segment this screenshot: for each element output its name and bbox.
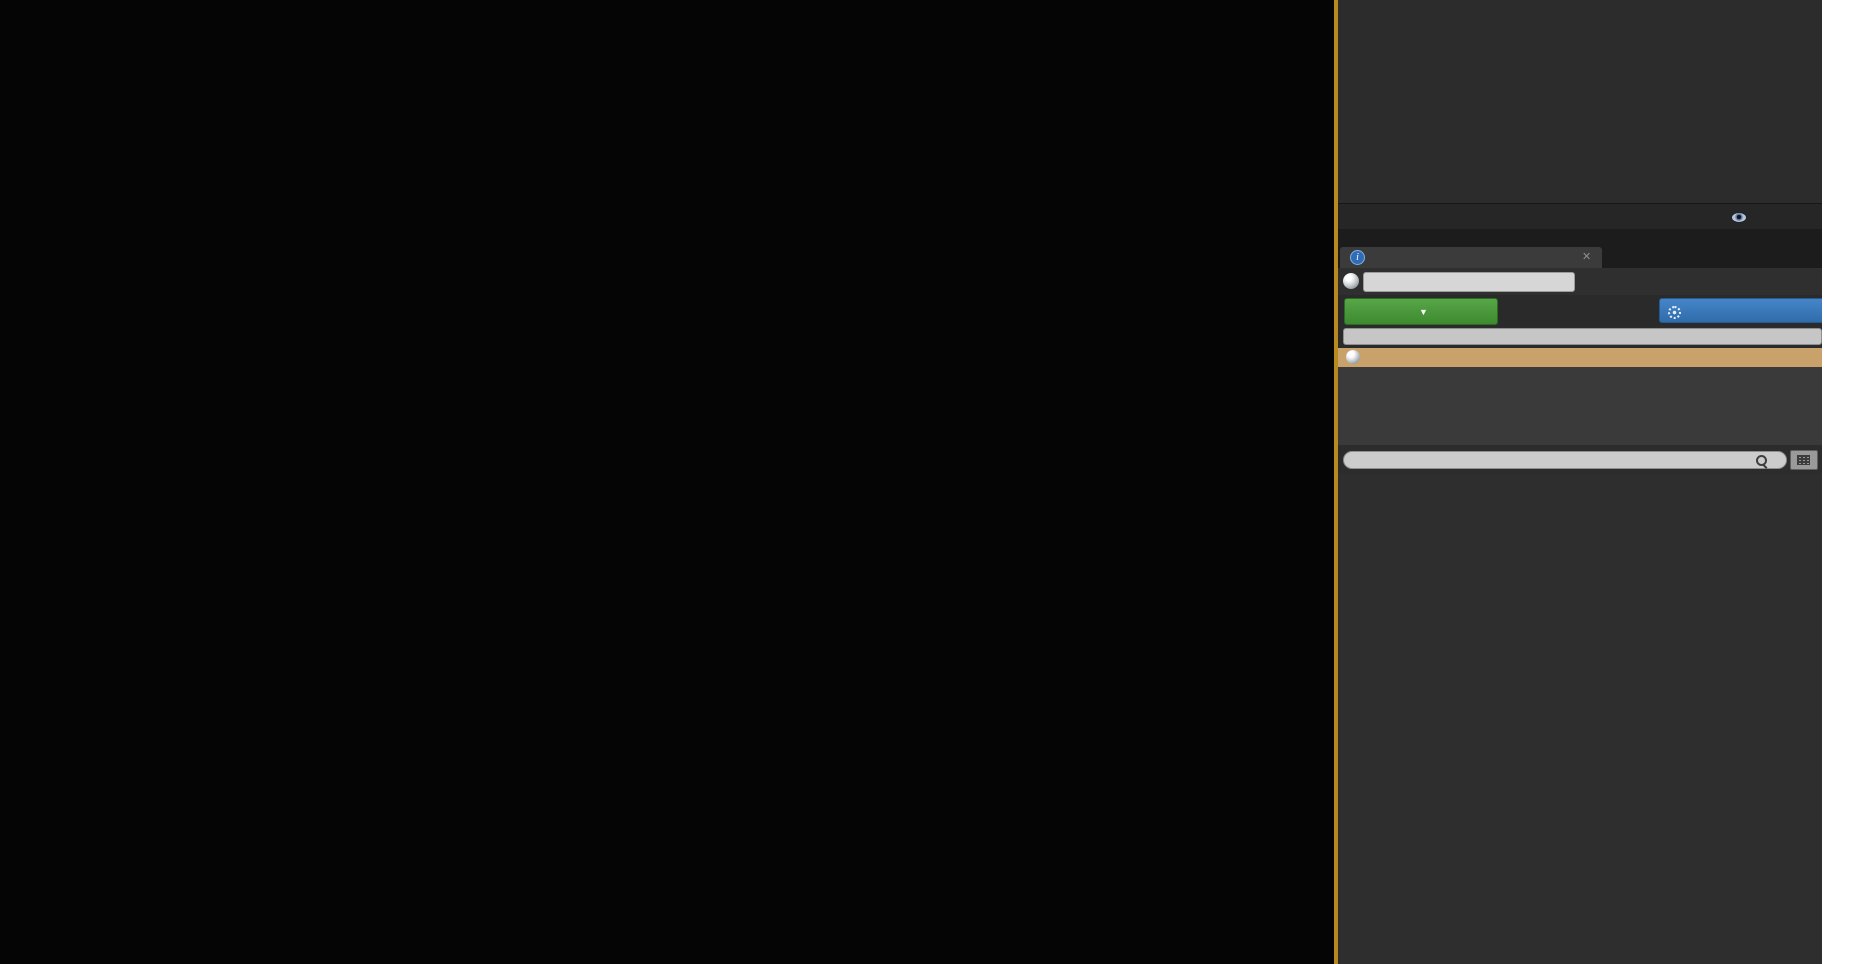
3d-viewport[interactable] xyxy=(0,0,1338,964)
instance-sphere-icon xyxy=(1346,350,1360,364)
tab-details[interactable]: i ✕ xyxy=(1340,247,1602,268)
component-search-input[interactable] xyxy=(1343,328,1822,345)
view-options-eye-icon xyxy=(1732,213,1746,222)
chevron-down-icon: ▼ xyxy=(1419,307,1428,317)
actor-name-row xyxy=(1338,268,1822,295)
gear-icon xyxy=(1668,306,1681,319)
world-outliner-list xyxy=(1338,0,1822,203)
actor-name-input[interactable] xyxy=(1363,272,1575,292)
outliner-footer xyxy=(1338,203,1822,230)
property-grid xyxy=(1338,474,1822,964)
level-label xyxy=(1152,948,1158,963)
component-tree xyxy=(1338,367,1822,445)
view-options-button[interactable] xyxy=(1732,211,1822,223)
search-icon xyxy=(1756,455,1767,466)
editor-right-panel: i ✕ ▼ xyxy=(1338,0,1822,964)
actor-sphere-icon xyxy=(1343,273,1359,289)
details-tabstrip: i ✕ xyxy=(1338,229,1822,268)
grid-view-button[interactable] xyxy=(1790,450,1818,470)
blueprint-add-script-button[interactable] xyxy=(1659,298,1822,323)
property-search-row xyxy=(1338,445,1822,474)
component-search-row xyxy=(1338,326,1822,348)
app-window: i ✕ ▼ xyxy=(0,0,1856,964)
viewport-scene xyxy=(0,0,1338,964)
property-search-input[interactable] xyxy=(1343,451,1787,469)
details-tab-close-icon[interactable]: ✕ xyxy=(1582,250,1591,263)
viewport-panel-divider[interactable] xyxy=(1334,0,1338,964)
details-buttons-row: ▼ xyxy=(1338,295,1822,326)
component-instance-row[interactable] xyxy=(1338,348,1822,367)
white-margin xyxy=(1822,0,1856,964)
add-component-button[interactable]: ▼ xyxy=(1344,298,1498,325)
details-info-icon: i xyxy=(1350,250,1365,265)
